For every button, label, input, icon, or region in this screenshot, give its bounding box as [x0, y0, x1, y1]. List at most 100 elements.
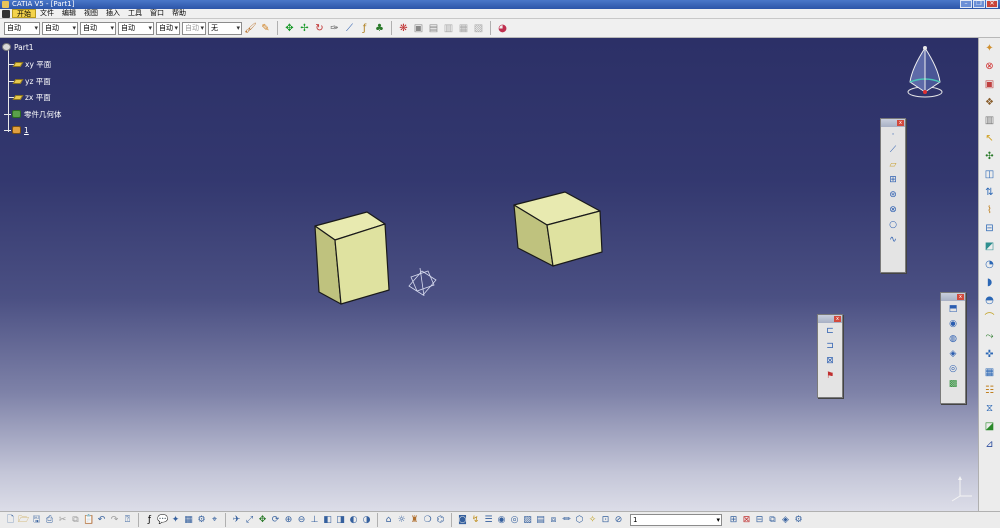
- stop-icon[interactable]: ⊗: [983, 60, 996, 73]
- formula-fx-icon[interactable]: ƒ: [144, 515, 155, 526]
- analysis-icon[interactable]: ⊟: [983, 222, 996, 235]
- menu-window[interactable]: 窗口: [146, 9, 168, 18]
- graphic-tree-icon[interactable]: ⊟: [754, 515, 765, 526]
- save-icon[interactable]: 🖫: [31, 515, 42, 526]
- 3d-viewport[interactable]: Part1 xy 平面 yz 平面 zx 平面 零件几何体 1 x · ⟋ ▱ …: [0, 38, 978, 511]
- scale-icon[interactable]: ◪: [983, 420, 996, 433]
- line-tool-icon[interactable]: ⟋: [343, 22, 356, 35]
- scene-light-icon[interactable]: ✧: [587, 515, 598, 526]
- parameters-icon[interactable]: ⚙: [196, 515, 207, 526]
- connect-icon[interactable]: ⤳: [983, 330, 996, 343]
- menu-tools[interactable]: 工具: [124, 9, 146, 18]
- normal-view-icon[interactable]: ⊥: [309, 515, 320, 526]
- toolbar-title-bar[interactable]: x: [818, 315, 842, 323]
- fit-all-icon[interactable]: ⤢: [244, 515, 255, 526]
- pattern-icon[interactable]: ▦: [983, 366, 996, 379]
- compass-icon[interactable]: ⊘: [613, 515, 624, 526]
- axis-system-marker[interactable]: [408, 267, 437, 297]
- menu-view[interactable]: 视图: [80, 9, 102, 18]
- fill-icon[interactable]: ◈: [947, 348, 959, 361]
- pointer-icon[interactable]: ↖: [983, 132, 996, 145]
- whats-this-icon[interactable]: ⍰: [122, 515, 133, 526]
- transparency-combo[interactable]: 自动: [42, 21, 78, 35]
- swap-icon[interactable]: ⇅: [983, 186, 996, 199]
- line-thickness-combo[interactable]: 自动: [80, 21, 116, 35]
- sketch-icon[interactable]: ✎: [259, 22, 272, 35]
- sphere-icon[interactable]: ◍: [947, 333, 959, 346]
- healing-icon[interactable]: ✜: [983, 348, 996, 361]
- spline-icon[interactable]: ∿: [887, 234, 899, 247]
- pen-icon[interactable]: ✑: [328, 22, 341, 35]
- table-icon[interactable]: ▦: [183, 515, 194, 526]
- axis-icon[interactable]: ✣: [983, 150, 996, 163]
- painter-icon[interactable]: 🖌: [244, 22, 257, 35]
- workbench-icon[interactable]: ✦: [983, 42, 996, 55]
- comment-icon[interactable]: 💬: [157, 515, 168, 526]
- menu-insert[interactable]: 插入: [102, 9, 124, 18]
- shading-icon[interactable]: ◨: [335, 515, 346, 526]
- fly-mode-icon[interactable]: ✈: [231, 515, 242, 526]
- render-icon[interactable]: ❍: [422, 515, 433, 526]
- curve-icon[interactable]: ⌒: [983, 312, 996, 325]
- knowledge-advisor-icon[interactable]: ✦: [170, 515, 181, 526]
- product-icon[interactable]: ▣: [412, 22, 425, 35]
- filter-icon[interactable]: ⏛: [561, 515, 572, 526]
- rotate-icon[interactable]: ↻: [313, 22, 326, 35]
- knowledge-icon[interactable]: ♣: [373, 22, 386, 35]
- zoom-out-icon[interactable]: ⊖: [296, 515, 307, 526]
- plane-tool-icon[interactable]: ▱: [887, 159, 899, 172]
- quick-select-icon[interactable]: ⊠: [741, 515, 752, 526]
- rotate-view-icon[interactable]: ⟳: [270, 515, 281, 526]
- join-icon[interactable]: ⊏: [824, 325, 836, 338]
- dressup-icon[interactable]: ◈: [780, 515, 791, 526]
- menu-edit[interactable]: 编辑: [58, 9, 80, 18]
- pan-icon[interactable]: ✥: [257, 515, 268, 526]
- fill-color-combo[interactable]: 自动: [4, 21, 40, 35]
- rendering-style-combo[interactable]: 自动: [182, 21, 206, 35]
- line-type-combo[interactable]: 自动: [118, 21, 154, 35]
- camera-icon[interactable]: ◙: [457, 515, 468, 526]
- transform-icon[interactable]: ⊠: [824, 355, 836, 368]
- close-button[interactable]: ✕: [986, 0, 998, 8]
- new-file-icon[interactable]: 🗋: [5, 515, 16, 526]
- solid-block-left[interactable]: [314, 211, 390, 305]
- print-icon[interactable]: ⎙: [44, 515, 55, 526]
- settings-icon[interactable]: ⚙: [793, 515, 804, 526]
- layers-icon[interactable]: ▤: [535, 515, 546, 526]
- iso-view-icon[interactable]: ◧: [322, 515, 333, 526]
- layer-combo[interactable]: 无: [208, 21, 242, 35]
- toolbar-title-bar[interactable]: x: [881, 119, 905, 127]
- hide-show-icon[interactable]: ◐: [348, 515, 359, 526]
- visualization-icon[interactable]: ⬡: [574, 515, 585, 526]
- solid-block-right[interactable]: [513, 191, 603, 267]
- geometry-set-icon[interactable]: ❖: [983, 96, 996, 109]
- offset-surface-icon[interactable]: ◗: [983, 276, 996, 289]
- blend-icon[interactable]: ▩: [947, 378, 959, 391]
- graph-icon[interactable]: ⌇: [983, 204, 996, 217]
- zoom-in-icon[interactable]: ⊕: [283, 515, 294, 526]
- menu-start[interactable]: 开始: [12, 9, 36, 18]
- point-symbol-combo[interactable]: 自动: [156, 21, 180, 35]
- update-icon[interactable]: ↯: [470, 515, 481, 526]
- revolve-icon[interactable]: ◉: [947, 318, 959, 331]
- line-icon[interactable]: ⟋: [887, 144, 899, 157]
- paste-icon[interactable]: 📋: [83, 515, 94, 526]
- catalog-browser-icon[interactable]: ☰: [483, 515, 494, 526]
- circle-icon[interactable]: ○: [887, 219, 899, 232]
- minimize-button[interactable]: –: [960, 0, 972, 8]
- close-icon[interactable]: x: [834, 316, 841, 322]
- split-icon[interactable]: ⊐: [824, 340, 836, 353]
- apply-material-icon[interactable]: ◕: [496, 22, 509, 35]
- reference-icon[interactable]: ▦: [457, 22, 470, 35]
- close-icon[interactable]: x: [957, 294, 964, 300]
- point-icon[interactable]: ·: [887, 129, 899, 142]
- compass-widget[interactable]: [896, 42, 954, 102]
- restore-button[interactable]: ❐: [973, 0, 985, 8]
- menu-file[interactable]: 文件: [36, 9, 58, 18]
- toolbar-title-bar[interactable]: x: [941, 293, 965, 301]
- loft-icon[interactable]: ◔: [983, 258, 996, 271]
- open-file-icon[interactable]: 🗁: [18, 515, 29, 526]
- measure-icon[interactable]: ⌖: [209, 515, 220, 526]
- surface-icon[interactable]: ◩: [983, 240, 996, 253]
- reorder-icon[interactable]: ⧉: [767, 515, 778, 526]
